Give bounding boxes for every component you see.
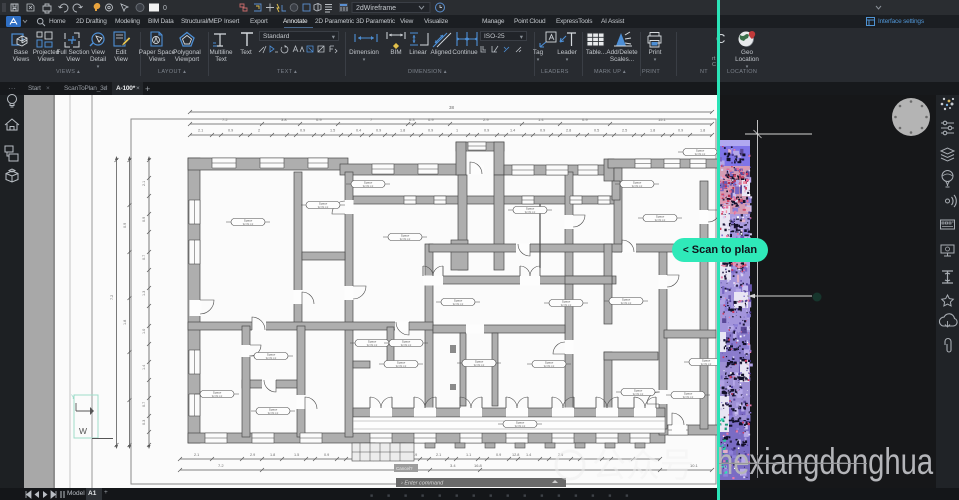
svg-text:2.1: 2.1 [436,453,441,457]
svg-text:0.9: 0.9 [428,129,433,133]
svg-text:92.09 m2: 92.09 m2 [268,412,279,415]
svg-text:1.4: 1.4 [510,129,515,133]
svg-text:92.09 m2: 92.09 m2 [396,365,407,368]
svg-text:1.5: 1.5 [294,453,299,457]
svg-text:0.7: 0.7 [142,402,146,407]
svg-text:0.9: 0.9 [678,129,683,133]
svg-text:3.4: 3.4 [450,463,456,468]
svg-text:16.8: 16.8 [474,463,483,468]
svg-text:7.2: 7.2 [222,117,228,122]
svg-text:W: W [79,426,87,436]
svg-text:1.1: 1.1 [466,453,471,457]
svg-text:0: 0 [163,5,167,12]
svg-text:0.9: 0.9 [540,129,545,133]
svg-text:2.1: 2.1 [198,129,203,133]
svg-text:2.1: 2.1 [194,453,199,457]
svg-text:0.9: 0.9 [582,117,588,122]
svg-text:0.9: 0.9 [428,117,434,122]
svg-text:7.2: 7.2 [110,295,114,300]
svg-text:0.5: 0.5 [594,129,599,133]
svg-text:3.8: 3.8 [281,117,287,122]
svg-text:15.1: 15.1 [658,117,667,122]
svg-text:92.09 m2: 92.09 m2 [544,365,555,368]
svg-text:1.8: 1.8 [700,129,705,133]
svg-text:12.8: 12.8 [512,453,519,457]
svg-text:1.5: 1.5 [330,129,335,133]
svg-text:7.2: 7.2 [218,463,224,468]
svg-text:1.8: 1.8 [270,453,275,457]
svg-text:1: 1 [456,129,458,133]
svg-text:公众号: 公众号 [592,447,694,485]
svg-text:0.4: 0.4 [356,129,361,133]
svg-text:92.09 m2: 92.09 m2 [515,425,526,428]
svg-text:0.7: 0.7 [142,255,146,260]
svg-text:92.09 m2: 92.09 m2 [525,211,536,214]
svg-text:0.9: 0.9 [376,129,381,133]
svg-text:92.09 m2: 92.09 m2 [400,238,411,241]
svg-text:1.4: 1.4 [526,453,531,457]
svg-text:92.09 m2: 92.09 m2 [243,223,254,226]
svg-text:0.9: 0.9 [496,453,501,457]
svg-text:2: 2 [258,129,260,133]
svg-text:38: 38 [449,105,455,110]
svg-text:0.9: 0.9 [228,129,233,133]
svg-text:2dWireframe: 2dWireframe [356,5,396,12]
svg-text:1.8: 1.8 [400,129,405,133]
svg-text:92.09 m2: 92.09 m2 [701,363,712,366]
svg-text:2.8: 2.8 [566,129,571,133]
svg-text:0.9: 0.9 [484,129,489,133]
svg-text:92.09 m2: 92.09 m2 [561,304,572,307]
svg-text:92.09 m2: 92.09 m2 [474,364,485,367]
svg-text:92.09 m2: 92.09 m2 [453,303,464,306]
svg-text:92.09 m2: 92.09 m2 [655,219,666,222]
svg-text:1.8: 1.8 [123,320,127,325]
svg-text:92.09 m2: 92.09 m2 [401,344,412,347]
svg-text:0.9: 0.9 [142,217,146,222]
svg-text:2.5: 2.5 [622,129,627,133]
svg-text:› Enter command: › Enter command [401,481,444,487]
svg-text:92.09 m2: 92.09 m2 [318,206,329,209]
svg-text:92.09 m2: 92.09 m2 [621,302,632,305]
svg-text:92.09 m2: 92.09 m2 [363,185,374,188]
svg-text:92.09 m2: 92.09 m2 [367,344,378,347]
svg-text:Cancel?: Cancel? [396,466,413,471]
svg-text:2.9: 2.9 [483,117,489,122]
svg-text:0.9: 0.9 [324,453,329,457]
svg-text:92.09 m2: 92.09 m2 [266,357,277,360]
svg-text:92.09 m2: 92.09 m2 [683,396,694,399]
svg-text:1.4: 1.4 [538,117,544,122]
svg-text:1.4: 1.4 [142,365,146,370]
svg-text:0.9: 0.9 [123,223,127,228]
svg-text:0.3: 0.3 [409,117,415,122]
svg-text:1.8: 1.8 [650,129,655,133]
svg-text:0.3: 0.3 [142,420,146,425]
svg-text:0.9: 0.9 [300,129,305,133]
svg-text:92.09 m2: 92.09 m2 [632,185,643,188]
svg-text:2.9: 2.9 [250,453,255,457]
svg-text:92.09 m2: 92.09 m2 [695,153,706,156]
svg-text:2.1: 2.1 [142,181,146,186]
svg-text:92.09 m2: 92.09 m2 [633,393,644,396]
svg-text:1.0: 1.0 [142,329,146,334]
svg-text:0.9: 0.9 [316,117,322,122]
svg-text:1.3: 1.3 [142,291,146,296]
svg-text:92.09 m2: 92.09 m2 [212,395,223,398]
svg-text:Y: Y [71,394,76,401]
